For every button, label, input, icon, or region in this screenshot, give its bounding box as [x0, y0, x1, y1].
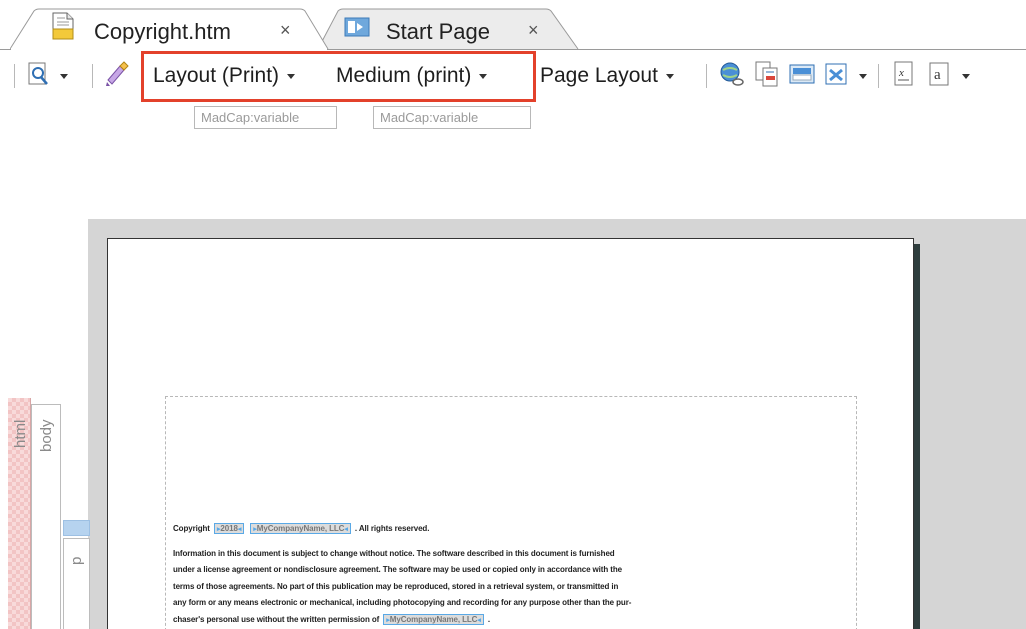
document-tab-strip: Start Page × Copyright.htm ×: [0, 0, 1026, 50]
madcap-variable-placeholder[interactable]: MadCap:variable: [373, 106, 531, 129]
variable-x-icon: x: [890, 60, 918, 93]
paragraph-last-line: chaser's personal use without the writte…: [173, 614, 490, 625]
rights-text: . All rights reserved.: [354, 524, 430, 533]
preview-dropdown-button[interactable]: [26, 50, 68, 102]
globe-link-button[interactable]: [718, 50, 746, 102]
magnify-document-icon: [26, 61, 52, 92]
toolbar-separator: [878, 64, 879, 88]
svg-text:x: x: [898, 67, 904, 79]
close-icon[interactable]: ×: [528, 20, 539, 41]
paint-brush-icon: [104, 60, 132, 93]
structure-bar-p-label: p: [68, 556, 85, 565]
copyright-prefix: Copyright: [173, 524, 210, 533]
structure-bar-html-label: html: [12, 419, 29, 448]
tab-copyright-htm[interactable]: Copyright.htm ×: [10, 8, 340, 50]
tab-start-page[interactable]: Start Page ×: [316, 8, 596, 50]
toolbar-separator: [706, 64, 707, 88]
start-page-icon: [344, 16, 370, 43]
chevron-down-icon: [859, 73, 867, 79]
text-format-dropdown[interactable]: a: [926, 50, 970, 102]
last-line-prefix: chaser's personal use without the writte…: [173, 615, 380, 624]
chevron-down-icon: [962, 73, 970, 79]
tab-label: Copyright.htm: [94, 19, 231, 44]
compare-button[interactable]: [753, 50, 781, 102]
close-icon[interactable]: ×: [280, 20, 291, 41]
paragraph-line: terms of those agreements. No part of th…: [173, 582, 619, 591]
letter-a-icon: a: [926, 60, 954, 93]
variable-button[interactable]: x: [890, 50, 918, 102]
last-line-suffix: .: [487, 615, 491, 624]
structure-bar-selection[interactable]: [63, 520, 90, 536]
paragraph-line: Information in this document is subject …: [173, 549, 615, 558]
picture-icon: [788, 60, 816, 93]
style-picker-button[interactable]: [104, 50, 132, 102]
document-compare-icon: [753, 60, 781, 93]
structure-bar-body-label: body: [38, 419, 55, 452]
year-variable[interactable]: ▸2018◂: [214, 523, 245, 534]
copyright-line[interactable]: Copyright ▸2018◂ ▸MyCompanyName, LLC◂ . …: [173, 523, 429, 534]
globe-link-icon: [718, 60, 746, 93]
document-x-icon: [823, 60, 851, 93]
chevron-down-icon: [60, 73, 68, 79]
chevron-down-icon: [665, 73, 674, 79]
tab-label: Start Page: [386, 19, 490, 44]
page-layout-dropdown[interactable]: Page Layout: [540, 50, 674, 102]
toolbar-separator: [14, 64, 15, 88]
svg-text:a: a: [934, 67, 941, 83]
highlight-callout-box: [141, 51, 536, 102]
image-button[interactable]: [788, 50, 816, 102]
paragraph-line: any form or any means electronic or mech…: [173, 598, 632, 607]
paragraph-line: under a license agreement or nondisclosu…: [173, 565, 622, 574]
page-layout-dropdown-label: Page Layout: [540, 64, 658, 87]
remove-format-dropdown[interactable]: [823, 50, 867, 102]
toolbar-separator: [92, 64, 93, 88]
company-variable[interactable]: ▸MyCompanyName, LLC◂: [250, 523, 351, 534]
content-frame[interactable]: [165, 396, 857, 629]
company-variable[interactable]: ▸MyCompanyName, LLC◂: [383, 614, 484, 625]
html-file-icon: [52, 12, 74, 45]
madcap-variable-placeholder[interactable]: MadCap:variable: [194, 106, 337, 129]
structure-bar-p[interactable]: [63, 538, 90, 629]
